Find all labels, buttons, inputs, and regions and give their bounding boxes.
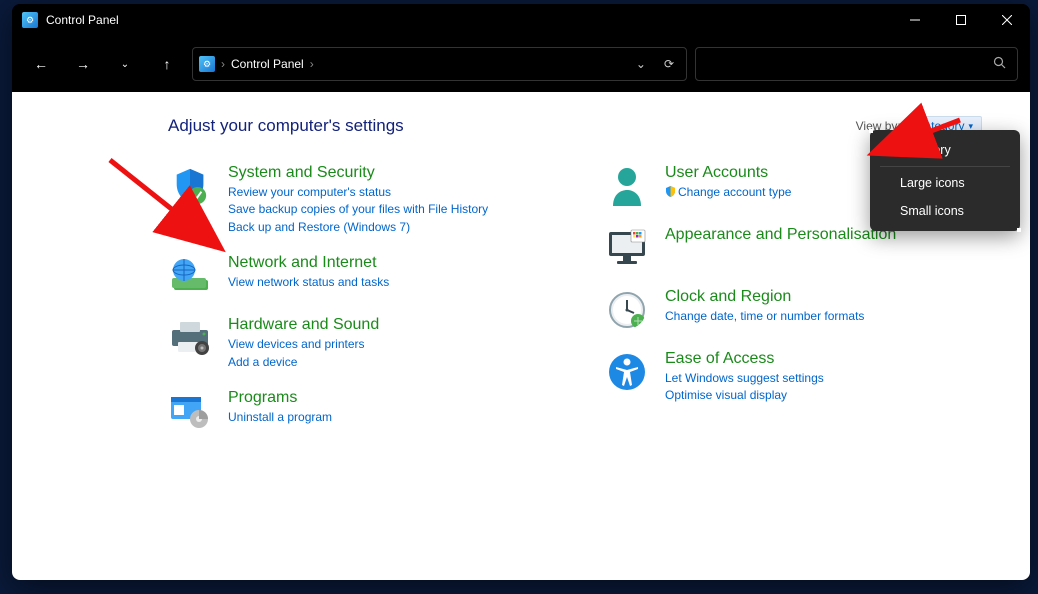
address-bar[interactable]: › Control Panel › ⌄ ⟳	[192, 47, 687, 81]
cat-title-ease-of-access[interactable]: Ease of Access	[665, 350, 982, 368]
category-appearance-personalisation: Appearance and Personalisation	[605, 226, 982, 270]
printer-icon	[168, 316, 212, 360]
menu-separator	[880, 166, 1010, 167]
link-optimise-display[interactable]: Optimise visual display	[665, 387, 982, 404]
cat-title-hardware-sound[interactable]: Hardware and Sound	[228, 316, 545, 334]
category-network-internet: Network and Internet View network status…	[168, 254, 545, 298]
breadcrumb-separator-2: ›	[310, 57, 314, 71]
back-button[interactable]: ←	[24, 47, 58, 81]
shield-icon	[168, 164, 212, 208]
content-header: Adjust your computer's settings View by:…	[168, 116, 982, 136]
categories-grid: System and Security Review your computer…	[168, 164, 982, 433]
link-suggest-settings[interactable]: Let Windows suggest settings	[665, 370, 982, 387]
content-area: Adjust your computer's settings View by:…	[12, 92, 1030, 580]
address-dropdown-button[interactable]: ⌄	[630, 53, 652, 75]
cat-title-network-internet[interactable]: Network and Internet	[228, 254, 545, 272]
window-title: Control Panel	[46, 13, 119, 27]
page-heading: Adjust your computer's settings	[168, 116, 404, 136]
cat-title-programs[interactable]: Programs	[228, 389, 545, 407]
user-icon	[605, 164, 649, 208]
control-panel-icon	[22, 12, 38, 28]
breadcrumb-separator: ›	[221, 57, 225, 71]
link-devices-printers[interactable]: View devices and printers	[228, 336, 545, 353]
link-network-status[interactable]: View network status and tasks	[228, 274, 545, 291]
link-backup-restore[interactable]: Back up and Restore (Windows 7)	[228, 219, 545, 236]
control-panel-window: Control Panel ← → ⌄ ↑ › Control Panel › …	[12, 4, 1030, 580]
link-file-history[interactable]: Save backup copies of your files with Fi…	[228, 201, 545, 218]
category-ease-of-access: Ease of Access Let Windows suggest setti…	[605, 350, 982, 405]
forward-button[interactable]: →	[66, 47, 100, 81]
recent-locations-button[interactable]: ⌄	[108, 47, 142, 81]
navigation-bar: ← → ⌄ ↑ › Control Panel › ⌄ ⟳	[12, 36, 1030, 92]
address-icon	[199, 56, 215, 72]
link-change-formats[interactable]: Change date, time or number formats	[665, 308, 982, 325]
menu-item-category[interactable]: Category	[870, 136, 1020, 164]
search-icon[interactable]	[993, 56, 1007, 73]
link-uninstall-program[interactable]: Uninstall a program	[228, 409, 545, 426]
close-button[interactable]	[984, 4, 1030, 36]
category-programs: Programs Uninstall a program	[168, 389, 545, 433]
category-system-security: System and Security Review your computer…	[168, 164, 545, 236]
programs-icon	[168, 389, 212, 433]
category-clock-region: Clock and Region Change date, time or nu…	[605, 288, 982, 332]
view-by-menu: Category Large icons Small icons	[870, 130, 1020, 231]
titlebar: Control Panel	[12, 4, 1030, 36]
minimize-button[interactable]	[892, 4, 938, 36]
network-icon	[168, 254, 212, 298]
menu-item-small-icons[interactable]: Small icons	[870, 197, 1020, 225]
refresh-button[interactable]: ⟳	[658, 53, 680, 75]
link-review-status[interactable]: Review your computer's status	[228, 184, 545, 201]
monitor-icon	[605, 226, 649, 270]
up-button[interactable]: ↑	[150, 47, 184, 81]
search-input[interactable]	[706, 57, 993, 71]
cat-title-clock-region[interactable]: Clock and Region	[665, 288, 982, 306]
search-bar[interactable]	[695, 47, 1018, 81]
accessibility-icon	[605, 350, 649, 394]
categories-left-column: System and Security Review your computer…	[168, 164, 545, 433]
maximize-button[interactable]	[938, 4, 984, 36]
clock-icon	[605, 288, 649, 332]
breadcrumb-location[interactable]: Control Panel	[231, 57, 304, 71]
menu-item-large-icons[interactable]: Large icons	[870, 169, 1020, 197]
window-controls	[892, 4, 1030, 36]
category-hardware-sound: Hardware and Sound View devices and prin…	[168, 316, 545, 371]
link-add-device[interactable]: Add a device	[228, 354, 545, 371]
cat-title-system-security[interactable]: System and Security	[228, 164, 545, 182]
